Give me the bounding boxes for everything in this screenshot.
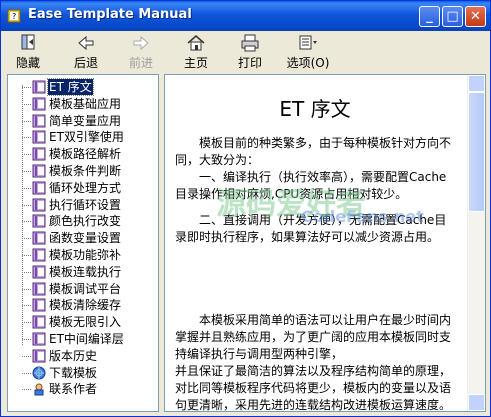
contents-tree[interactable]: ET 序文 模板基础应用 简单变量应用 ET双引擎使用 模板路径解析 模板条件判断 循环处理… [7,74,159,412]
book-icon [32,349,46,363]
home-button[interactable]: 主页 [175,33,217,70]
forward-label: 前进 [128,56,153,70]
tree-connector [22,103,31,105]
tree-item-label: 模板基础应用 [49,96,122,111]
maximize-button[interactable]: □ [442,6,463,27]
tree-item-label: 模板路径解析 [49,147,122,162]
options-button[interactable]: 选项(O) [283,33,333,70]
tree-item-label: ET双引擎使用 [49,130,124,145]
book-icon [32,332,46,346]
tree-item-label: 下载模板 [49,365,98,380]
watermark-url: CodeFans.net [301,207,424,226]
tree-connector [22,322,31,324]
tree-connector [22,255,31,256]
printer-icon [241,34,259,52]
tree-connector [22,87,31,88]
minimize-button[interactable]: _ [419,6,440,27]
scroll-down-button[interactable] [468,394,485,411]
home-label: 主页 [183,56,208,70]
back-label: 后退 [73,56,98,70]
person-icon [34,383,44,396]
tree-item-label: 联系作者 [49,382,98,397]
tree-item-label: ET中间编译层 [49,332,124,346]
paragraph-4: 本模板采用简单的语法可以让用户在最少时间内掌握并且熟练应用，为了更广阔的应用本模… [175,313,452,361]
hide-button[interactable]: 隐藏 [7,33,49,70]
scroll-thumb[interactable] [468,92,485,212]
tree-connector [22,305,31,307]
close-button[interactable]: ✕ [465,6,486,27]
tree-connector [22,355,31,357]
article-heading: ET 序文 [279,97,351,121]
tree-item-label: 模板调试平台 [49,281,122,296]
forward-button[interactable]: 前进 [120,33,162,70]
print-button[interactable]: 打印 [229,33,271,70]
tree-item-label: 模板清除缓存 [49,298,122,313]
tree-item-label: 颜色执行改变 [49,214,122,229]
svg-text:?: ? [12,12,16,21]
tree-connector [22,271,31,273]
tree-connector [22,154,31,156]
tree-item-label: 模板无限引入 [49,315,122,330]
book-icon [32,282,46,296]
tree-item-label: 循环处理方式 [49,180,122,195]
tree-connector [22,372,31,374]
book-icon [32,298,46,312]
tree-connector [22,171,31,172]
back-button[interactable]: 后退 [65,33,107,70]
book-icon [32,80,46,94]
hide-icon [21,34,35,50]
paragraph-5: 并且保证了最简洁的算法以及程序结构简单的原理，对比同等模板程序代码将更少，模板内… [175,364,452,412]
paragraph-1: 模板目前的种类繁多，由于每种模板针对方向不同，大致分为： [175,136,452,167]
tree-item-label: 函数变量设置 [49,231,122,246]
tree-connector [22,120,31,122]
book-icon [32,315,46,329]
tree-item-label: 执行循环设置 [49,197,122,212]
tree-connector [22,389,31,391]
book-icon [32,164,46,178]
book-icon [32,248,46,262]
tree-connector [22,221,31,223]
book-icon [32,147,46,161]
toolbar: 隐藏 后退 前进 主页 打印 选项(O) [1,31,490,71]
tree-connector [22,238,31,240]
window-title: Ease Template Manual [28,7,192,22]
book-icon [32,265,46,279]
vertical-scrollbar[interactable] [467,75,485,411]
tree-connector [22,137,31,139]
app-window: ? Ease Template Manual _ □ ✕ 隐藏 后退 前进 主页… [0,0,491,417]
hide-label: 隐藏 [15,56,40,70]
book-icon [32,181,46,195]
tree-connector [22,339,31,340]
tree-item-label: 模板功能弥补 [49,248,122,262]
globe-icon [32,366,46,380]
options-label: 选项(O) [286,56,330,70]
title-bar[interactable]: ? Ease Template Manual _ □ ✕ [1,1,490,31]
help-book-icon: ? [7,9,21,23]
scroll-up-button[interactable] [468,75,485,92]
back-arrow-icon [78,35,94,51]
tree-item-label: 版本历史 [49,348,98,363]
tree-item-label: 简单变量应用 [49,113,122,128]
book-icon [32,130,46,144]
options-icon [299,35,317,50]
book-icon [32,198,46,212]
tree-connector [22,204,31,206]
book-icon [32,97,46,111]
tree-item-label: ET 序文 [47,78,94,96]
home-icon [187,35,205,51]
book-icon [32,214,46,228]
tree-item-label: 模板连载执行 [49,264,122,279]
tree-connector [22,187,31,189]
book-icon [32,231,46,245]
tree-item-label: 模板条件判断 [49,164,122,178]
book-icon [32,114,46,128]
forward-arrow-icon [133,35,149,51]
print-label: 打印 [237,56,262,70]
content-pane[interactable]: ET 序文 模板目前的种类繁多，由于每种模板针对方向不同，大致分为： 一、编译执… [164,74,486,412]
tree-connector [22,288,31,290]
